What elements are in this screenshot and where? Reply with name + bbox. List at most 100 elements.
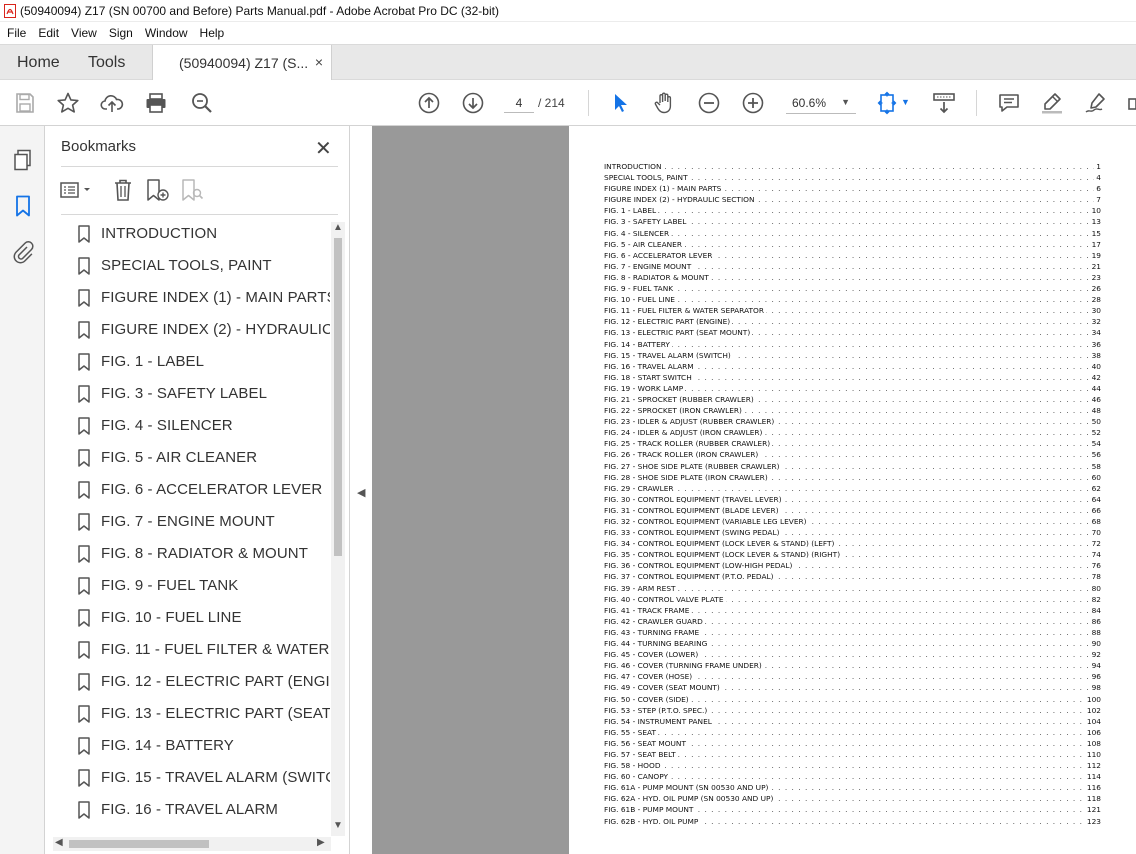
- toc-entry[interactable]: FIG. 12 - ELECTRIC PART (ENGINE). . . . …: [604, 317, 1101, 328]
- save-icon[interactable]: [13, 91, 37, 115]
- scroll-left-icon[interactable]: ◀: [55, 837, 63, 848]
- toc-entry[interactable]: FIG. 36 - CONTROL EQUIPMENT (LOW-HIGH PE…: [604, 561, 1101, 572]
- bookmark-item[interactable]: FIG. 11 - FUEL FILTER & WATER SEPARATOR: [45, 634, 330, 666]
- bookmark-item[interactable]: FIGURE INDEX (1) - MAIN PARTS: [45, 282, 330, 314]
- scroll-thumb[interactable]: [334, 238, 342, 556]
- page-up-icon[interactable]: [417, 91, 441, 115]
- bookmark-item[interactable]: FIG. 7 - ENGINE MOUNT: [45, 506, 330, 538]
- attachment-icon[interactable]: [11, 240, 35, 264]
- toc-entry[interactable]: FIG. 14 - BATTERY. . . . . . . . . . . .…: [604, 339, 1101, 351]
- toc-entry[interactable]: FIG. 9 - FUEL TANK. . . . . . . . . . . …: [604, 284, 1101, 295]
- print-icon[interactable]: [144, 91, 168, 115]
- menu-sign[interactable]: Sign: [104, 26, 138, 40]
- toc-entry[interactable]: FIG. 45 - COVER (LOWER). . . . . . . . .…: [604, 650, 1101, 661]
- toc-entry[interactable]: FIG. 39 - ARM REST. . . . . . . . . . . …: [604, 583, 1101, 595]
- toc-entry[interactable]: FIG. 31 - CONTROL EQUIPMENT (BLADE LEVER…: [604, 505, 1101, 517]
- toc-entry[interactable]: FIG. 32 - CONTROL EQUIPMENT (VARIABLE LE…: [604, 517, 1101, 528]
- scroll-mode-icon[interactable]: [932, 91, 956, 115]
- menu-view[interactable]: View: [66, 26, 102, 40]
- toc-entry[interactable]: FIGURE INDEX (2) - HYDRAULIC SECTION. . …: [604, 195, 1101, 206]
- panel-splitter[interactable]: ◀: [351, 126, 372, 854]
- toc-entry[interactable]: FIG. 44 - TURNING BEARING. . . . . . . .…: [604, 639, 1101, 650]
- bookmark-item[interactable]: FIG. 5 - AIR CLEANER: [45, 442, 330, 474]
- toc-entry[interactable]: FIG. 35 - CONTROL EQUIPMENT (LOCK LEVER …: [604, 550, 1101, 561]
- toc-entry[interactable]: FIG. 15 - TRAVEL ALARM (SWITCH). . . . .…: [604, 350, 1101, 362]
- menu-window[interactable]: Window: [140, 26, 193, 40]
- bookmark-item[interactable]: FIGURE INDEX (2) - HYDRAULIC SECTION: [45, 314, 330, 346]
- toc-entry[interactable]: FIG. 23 - IDLER & ADJUST (RUBBER CRAWLER…: [604, 417, 1101, 428]
- comment-icon[interactable]: [997, 91, 1021, 115]
- scroll-up-icon[interactable]: ▲: [333, 222, 343, 233]
- more-tools-icon[interactable]: [1126, 91, 1136, 115]
- toc-entry[interactable]: FIG. 8 - RADIATOR & MOUNT. . . . . . . .…: [604, 272, 1101, 284]
- toc-entry[interactable]: FIG. 28 - SHOE SIDE PLATE (IRON CRAWLER)…: [604, 472, 1101, 484]
- toc-entry[interactable]: FIG. 53 - STEP (P.T.O. SPEC.). . . . . .…: [604, 705, 1101, 717]
- toc-entry[interactable]: FIG. 4 - SILENCER. . . . . . . . . . . .…: [604, 228, 1101, 240]
- toc-entry[interactable]: FIG. 13 - ELECTRIC PART (SEAT MOUNT). . …: [604, 328, 1101, 339]
- bookmark-item[interactable]: FIG. 3 - SAFETY LABEL: [45, 378, 330, 410]
- toc-entry[interactable]: FIG. 16 - TRAVEL ALARM. . . . . . . . . …: [604, 361, 1101, 373]
- toc-entry[interactable]: FIG. 34 - CONTROL EQUIPMENT (LOCK LEVER …: [604, 539, 1101, 550]
- toc-entry[interactable]: FIG. 42 - CRAWLER GUARD. . . . . . . . .…: [604, 616, 1101, 628]
- toc-entry[interactable]: FIGURE INDEX (1) - MAIN PARTS. . . . . .…: [604, 184, 1101, 195]
- bookmark-properties-icon[interactable]: [179, 177, 205, 203]
- zoom-out-icon[interactable]: [697, 91, 721, 115]
- toc-entry[interactable]: FIG. 47 - COVER (HOSE). . . . . . . . . …: [604, 672, 1101, 683]
- hand-icon[interactable]: [652, 91, 676, 115]
- toc-entry[interactable]: FIG. 55 - SEAT. . . . . . . . . . . . . …: [604, 727, 1101, 739]
- scroll-down-icon[interactable]: ▼: [333, 820, 343, 831]
- toc-entry[interactable]: FIG. 57 - SEAT BELT. . . . . . . . . . .…: [604, 749, 1101, 761]
- bookmark-item[interactable]: FIG. 9 - FUEL TANK: [45, 570, 330, 602]
- toc-entry[interactable]: FIG. 46 - COVER (TURNING FRAME UNDER). .…: [604, 661, 1101, 672]
- zoom-level-select[interactable]: 60.6% ▼: [786, 92, 856, 114]
- toc-entry[interactable]: FIG. 61B - PUMP MOUNT. . . . . . . . . .…: [604, 805, 1101, 816]
- collapse-panel-icon[interactable]: ◀: [357, 486, 365, 499]
- select-arrow-icon[interactable]: [608, 91, 632, 115]
- bookmark-panel-icon[interactable]: [11, 194, 35, 218]
- toc-entry[interactable]: FIG. 61A - PUMP MOUNT (SN 00530 AND UP).…: [604, 783, 1101, 794]
- tab-home[interactable]: Home: [17, 45, 60, 80]
- star-icon[interactable]: [56, 91, 80, 115]
- toc-entry[interactable]: FIG. 19 - WORK LAMP. . . . . . . . . . .…: [604, 383, 1101, 395]
- toc-entry[interactable]: FIG. 29 - CRAWLER. . . . . . . . . . . .…: [604, 483, 1101, 495]
- fit-page-icon[interactable]: [876, 91, 900, 115]
- delete-bookmark-icon[interactable]: [110, 177, 136, 203]
- bookmark-item[interactable]: FIG. 4 - SILENCER: [45, 410, 330, 442]
- toc-entry[interactable]: FIG. 30 - CONTROL EQUIPMENT (TRAVEL LEVE…: [604, 494, 1101, 506]
- toc-entry[interactable]: FIG. 1 - LABEL. . . . . . . . . . . . . …: [604, 206, 1101, 217]
- toc-entry[interactable]: FIG. 5 - AIR CLEANER. . . . . . . . . . …: [604, 239, 1101, 251]
- bookmark-item[interactable]: INTRODUCTION: [45, 218, 330, 250]
- scroll-thumb[interactable]: [69, 840, 209, 848]
- toc-entry[interactable]: FIG. 37 - CONTROL EQUIPMENT (P.T.O. PEDA…: [604, 572, 1101, 583]
- toc-entry[interactable]: FIG. 25 - TRACK ROLLER (RUBBER CRAWLER).…: [604, 439, 1101, 450]
- bookmark-item[interactable]: FIG. 18 - START SWITCH: [45, 826, 330, 832]
- bookmark-item[interactable]: FIG. 6 - ACCELERATOR LEVER: [45, 474, 330, 506]
- upload-icon[interactable]: [100, 91, 124, 115]
- bookmark-item[interactable]: FIG. 12 - ELECTRIC PART (ENGINE): [45, 666, 330, 698]
- bookmark-item[interactable]: FIG. 14 - BATTERY: [45, 730, 330, 762]
- toc-entry[interactable]: FIG. 58 - HOOD. . . . . . . . . . . . . …: [604, 761, 1101, 772]
- toc-entry[interactable]: FIG. 60 - CANOPY. . . . . . . . . . . . …: [604, 772, 1101, 783]
- toc-entry[interactable]: INTRODUCTION. . . . . . . . . . . . . . …: [604, 162, 1101, 173]
- toc-entry[interactable]: FIG. 24 - IDLER & ADJUST (IRON CRAWLER).…: [604, 428, 1101, 439]
- toc-entry[interactable]: FIG. 62B - HYD. OIL PUMP. . . . . . . . …: [604, 816, 1101, 828]
- toc-entry[interactable]: FIG. 22 - SPROCKET (IRON CRAWLER). . . .…: [604, 406, 1101, 417]
- toc-entry[interactable]: FIG. 7 - ENGINE MOUNT. . . . . . . . . .…: [604, 261, 1101, 273]
- toc-entry[interactable]: FIG. 26 - TRACK ROLLER (IRON CRAWLER). .…: [604, 450, 1101, 461]
- bookmark-item[interactable]: FIG. 8 - RADIATOR & MOUNT: [45, 538, 330, 570]
- bookmark-options-menu[interactable]: [59, 177, 99, 203]
- scroll-right-icon[interactable]: ▶: [317, 837, 325, 848]
- close-panel-button[interactable]: ✕: [315, 136, 332, 161]
- bookmark-item[interactable]: FIG. 15 - TRAVEL ALARM (SWITCH): [45, 762, 330, 794]
- new-bookmark-icon[interactable]: [144, 177, 170, 203]
- search-zoom-icon[interactable]: [190, 91, 214, 115]
- toc-entry[interactable]: FIG. 10 - FUEL LINE. . . . . . . . . . .…: [604, 295, 1101, 306]
- chevron-down-icon[interactable]: ▼: [901, 97, 910, 107]
- menu-help[interactable]: Help: [195, 26, 230, 40]
- page-down-icon[interactable]: [461, 91, 485, 115]
- page-thumbnails-icon[interactable]: [11, 148, 35, 172]
- toc-entry[interactable]: FIG. 6 - ACCELERATOR LEVER. . . . . . . …: [604, 250, 1101, 262]
- bookmark-item[interactable]: FIG. 10 - FUEL LINE: [45, 602, 330, 634]
- close-tab-button[interactable]: ×: [315, 54, 323, 70]
- toc-entry[interactable]: FIG. 54 - INSTRUMENT PANEL. . . . . . . …: [604, 716, 1101, 728]
